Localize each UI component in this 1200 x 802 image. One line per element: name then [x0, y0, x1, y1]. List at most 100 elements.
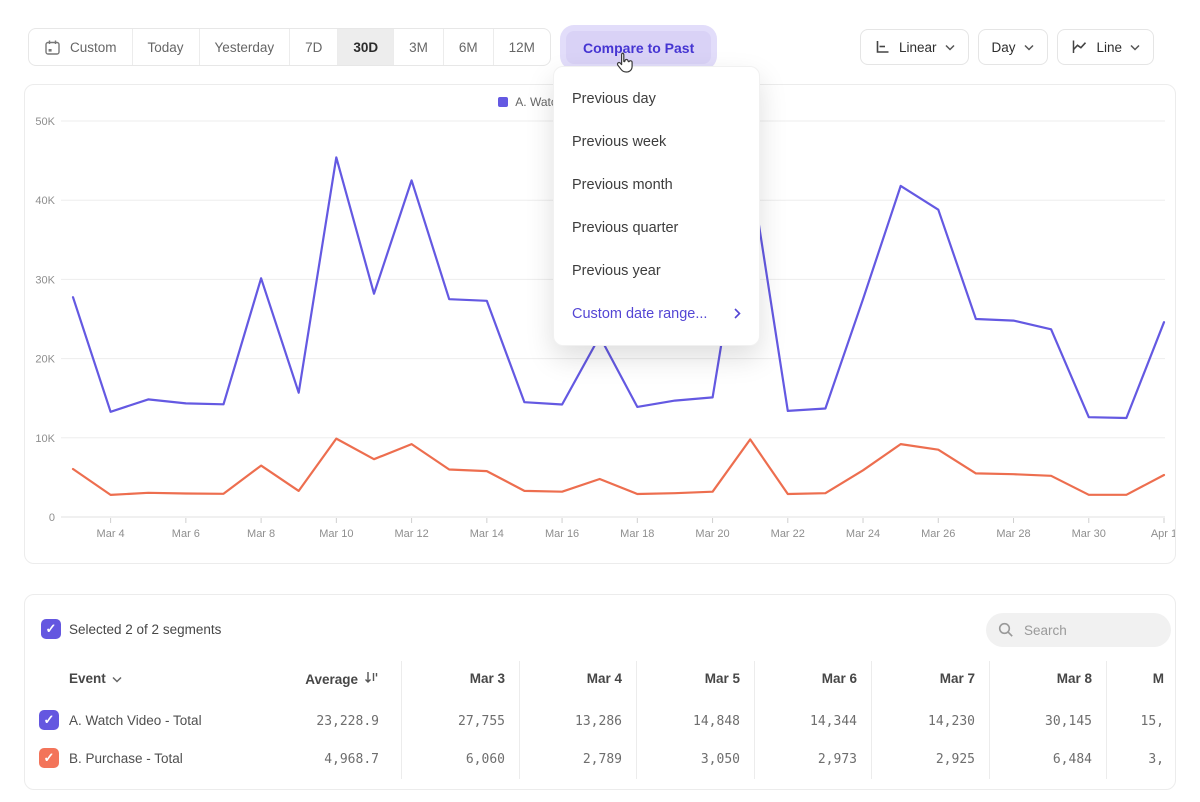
- range-6m[interactable]: 6M: [444, 29, 494, 65]
- legend-swatch: [498, 97, 508, 107]
- axis-icon: [874, 39, 891, 55]
- sort-descending-icon: [364, 671, 379, 687]
- x-axis-tick-label: Mar 4: [97, 528, 125, 540]
- x-axis-tick-label: Mar 16: [545, 528, 579, 540]
- chevron-down-icon: [112, 671, 122, 686]
- table-cell: 3,: [1148, 752, 1164, 767]
- menu-item-custom-date-range[interactable]: Custom date range...: [554, 292, 759, 335]
- y-axis-tick-label: 50K: [35, 116, 55, 128]
- series-line-b-purchase[interactable]: [73, 439, 1164, 495]
- column-separator: [754, 661, 755, 779]
- y-axis-tick-label: 40K: [35, 195, 55, 207]
- analytics-dashboard: Custom Today Yesterday 7D 30D 3M 6M 12M …: [0, 0, 1200, 802]
- row-label: A. Watch Video - Total: [69, 713, 202, 728]
- interval-dropdown-button[interactable]: Day: [978, 29, 1048, 65]
- table-cell: 2,973: [818, 752, 857, 767]
- compare-menu: Previous dayPrevious weekPrevious monthP…: [553, 66, 760, 346]
- calendar-icon: [44, 39, 61, 56]
- y-axis-tick-label: 30K: [35, 274, 55, 286]
- compare-to-past-button[interactable]: Compare to Past: [566, 31, 711, 64]
- chart-type-dropdown-button[interactable]: Line: [1057, 29, 1155, 65]
- selected-segments-label: Selected 2 of 2 segments: [69, 622, 221, 637]
- x-axis-tick-label: Mar 6: [172, 528, 200, 540]
- range-12m[interactable]: 12M: [494, 29, 550, 65]
- menu-item-previous-week[interactable]: Previous week: [554, 120, 759, 163]
- x-axis-tick-label: Mar 8: [247, 528, 275, 540]
- table-cell: 15,: [1141, 714, 1164, 729]
- table-cell: 14,230: [928, 714, 975, 729]
- column-header-label: M: [1153, 671, 1164, 686]
- segments-table-panel: ✓ Selected 2 of 2 segments Event Average M…: [24, 594, 1176, 790]
- column-header-label: Mar 4: [587, 671, 622, 686]
- x-axis-tick-label: Mar 22: [771, 528, 805, 540]
- select-all-checkbox[interactable]: ✓: [41, 619, 61, 639]
- column-header-mar-4[interactable]: Mar 4: [587, 671, 622, 686]
- column-header-event[interactable]: Event: [69, 671, 122, 686]
- x-axis-tick-label: Mar 12: [394, 528, 428, 540]
- column-separator: [519, 661, 520, 779]
- x-axis-tick-label: Mar 24: [846, 528, 880, 540]
- row-checkbox[interactable]: ✓: [39, 710, 59, 730]
- compare-menu-items: Previous dayPrevious weekPrevious monthP…: [554, 77, 759, 292]
- table-cell: 14,848: [693, 714, 740, 729]
- x-axis-tick-label: Mar 14: [470, 528, 504, 540]
- x-axis-tick-label: Mar 10: [319, 528, 353, 540]
- column-header-label: Mar 6: [822, 671, 857, 686]
- column-separator: [636, 661, 637, 779]
- column-header-mar-7[interactable]: Mar 7: [940, 671, 975, 686]
- chevron-down-icon: [1130, 44, 1140, 51]
- range-custom[interactable]: Custom: [29, 29, 133, 65]
- search-box: [986, 613, 1171, 647]
- menu-item-previous-year[interactable]: Previous year: [554, 249, 759, 292]
- column-header-label: Event: [69, 671, 106, 686]
- x-axis-tick-label: Mar 18: [620, 528, 654, 540]
- x-axis-tick-label: Mar 30: [1072, 528, 1106, 540]
- range-label: Custom: [70, 40, 117, 55]
- column-header-label: Mar 3: [470, 671, 505, 686]
- scale-dropdown-button[interactable]: Linear: [860, 29, 969, 65]
- column-header-m[interactable]: M: [1153, 671, 1164, 686]
- chevron-down-icon: [1024, 44, 1034, 51]
- range-today[interactable]: Today: [133, 29, 200, 65]
- column-header-label: Average: [305, 672, 358, 687]
- table-cell: 2,925: [936, 752, 975, 767]
- y-axis-tick-label: 20K: [35, 354, 55, 366]
- menu-item-previous-quarter[interactable]: Previous quarter: [554, 206, 759, 249]
- table-cell: 2,789: [583, 752, 622, 767]
- range-7d[interactable]: 7D: [290, 29, 338, 65]
- x-axis-tick-label: Mar 28: [996, 528, 1030, 540]
- table-cell: 4,968.7: [324, 752, 379, 767]
- y-axis-tick-label: 0: [49, 512, 55, 524]
- row-checkbox[interactable]: ✓: [39, 748, 59, 768]
- range-yesterday[interactable]: Yesterday: [200, 29, 291, 65]
- table-cell: 14,344: [810, 714, 857, 729]
- chevron-down-icon: [945, 44, 955, 51]
- range-30d[interactable]: 30D: [338, 29, 394, 65]
- x-axis-tick-label: Apr 1: [1151, 528, 1175, 540]
- search-input[interactable]: [1022, 622, 1156, 639]
- table-cell: 13,286: [575, 714, 622, 729]
- column-separator: [989, 661, 990, 779]
- table-cell: 30,145: [1045, 714, 1092, 729]
- range-3m[interactable]: 3M: [394, 29, 444, 65]
- menu-item-previous-day[interactable]: Previous day: [554, 77, 759, 120]
- column-header-mar-8[interactable]: Mar 8: [1057, 671, 1092, 686]
- column-header-mar-3[interactable]: Mar 3: [470, 671, 505, 686]
- column-separator: [1106, 661, 1107, 779]
- column-header-mar-5[interactable]: Mar 5: [705, 671, 740, 686]
- column-header-label: Mar 5: [705, 671, 740, 686]
- table-cell: 27,755: [458, 714, 505, 729]
- column-separator: [401, 661, 402, 779]
- column-header-label: Mar 8: [1057, 671, 1092, 686]
- table-cell: 23,228.9: [316, 714, 379, 729]
- date-range-control: Custom Today Yesterday 7D 30D 3M 6M 12M: [28, 28, 551, 66]
- search-icon: [998, 622, 1014, 638]
- column-header-mar-6[interactable]: Mar 6: [822, 671, 857, 686]
- row-label: B. Purchase - Total: [69, 751, 183, 766]
- chevron-right-icon: [734, 308, 741, 319]
- menu-item-previous-month[interactable]: Previous month: [554, 163, 759, 206]
- y-axis-tick-label: 10K: [35, 433, 55, 445]
- column-header-average[interactable]: Average: [305, 671, 379, 687]
- line-chart-icon: [1071, 39, 1089, 55]
- x-axis-tick-label: Mar 20: [695, 528, 729, 540]
